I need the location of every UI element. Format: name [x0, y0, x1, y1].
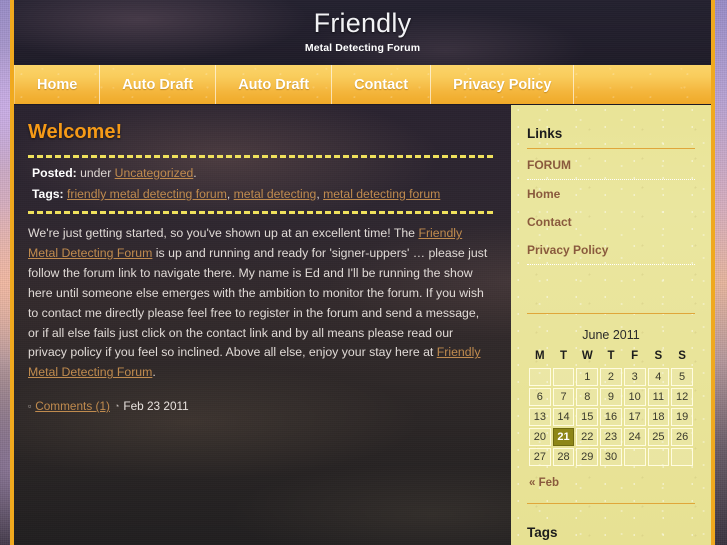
calendar-weekday-sat: S	[654, 350, 663, 362]
site-title[interactable]: Friendly	[14, 0, 711, 39]
calendar-day[interactable]: 25	[647, 428, 670, 446]
category-link[interactable]: Uncategorized	[115, 166, 194, 180]
comment-square-icon: ▫	[28, 400, 32, 411]
page-wrapper: Friendly Metal Detecting Forum Home Auto…	[10, 0, 715, 545]
nav-item-auto-draft-2[interactable]: Auto Draft	[216, 65, 333, 104]
comments-link[interactable]: Comments (1)	[35, 399, 110, 413]
calendar-widget: June 2011 M T W T F S S 123456789 10 11 …	[511, 314, 711, 489]
calendar-day[interactable]: 9	[600, 388, 622, 406]
links-widget-title: Links	[527, 126, 563, 141]
links-widget: Links FORUM Home Contact Privacy Policy	[511, 105, 711, 314]
post-category-line: Posted: under Uncategorized.	[32, 163, 493, 184]
sidebar-link-home[interactable]: Home	[527, 180, 695, 208]
calendar-caption: June 2011	[582, 328, 640, 342]
calendar-week-row: 20 21 22 23 24 25 26	[529, 428, 693, 446]
tag-link-2[interactable]: metal detecting	[234, 187, 317, 201]
period-text: .	[193, 166, 197, 180]
calendar-day[interactable]: 29	[576, 448, 599, 466]
calendar-day[interactable]: 6	[529, 388, 551, 406]
tag-link-3[interactable]: metal detecting forum	[323, 187, 440, 201]
site-description: Metal Detecting Forum	[304, 42, 421, 55]
calendar-day[interactable]: 22	[576, 428, 599, 446]
sidebar-link-privacy-policy[interactable]: Privacy Policy	[527, 236, 695, 265]
site-header: Friendly Metal Detecting Forum	[14, 0, 711, 65]
tags-label: Tags:	[32, 186, 64, 201]
main-column: Welcome! Posted: under Uncategorized. Ta…	[14, 105, 511, 545]
nav-item-auto-draft-1[interactable]: Auto Draft	[100, 65, 217, 104]
nav-item-home[interactable]: Home	[14, 65, 101, 104]
calendar-day[interactable]: 24	[623, 428, 646, 446]
calendar-day[interactable]: 12	[671, 388, 693, 406]
calendar-day[interactable]: 15	[576, 408, 599, 426]
nav-item-privacy-policy[interactable]: Privacy Policy	[431, 65, 575, 104]
calendar-weekday-fri: F	[631, 350, 639, 362]
links-widget-rule	[527, 148, 695, 149]
calendar-day-empty	[552, 368, 575, 386]
calendar-day[interactable]: 14	[552, 408, 575, 426]
post-footer: ▫ Comments (1) ◔ Feb 23 2011	[28, 399, 493, 413]
calendar-week-row: 13 14 15 16 17 18 19	[529, 408, 693, 426]
calendar-weekday-thu: T	[607, 350, 615, 362]
main-navigation: Home Auto Draft Auto Draft Contact Priva…	[14, 65, 711, 105]
post-meta: Posted: under Uncategorized. Tags: frien…	[28, 155, 493, 214]
calendar-day[interactable]: 19	[671, 408, 693, 426]
content-area: Welcome! Posted: under Uncategorized. Ta…	[14, 105, 711, 545]
posted-under-text: under	[80, 166, 112, 180]
calendar-table: M T W T F S S 1 2 3 4 5 6 7 8 9 10 11 12 13 14 15 16 17 1…	[527, 347, 695, 468]
calendar-day[interactable]: 23	[600, 428, 622, 446]
calendar-day[interactable]: 27	[529, 448, 551, 466]
calendar-day[interactable]: 5	[671, 368, 693, 386]
calendar-week-row: 12345	[529, 368, 693, 386]
tag-link-1[interactable]: friendly metal detecting forum	[67, 187, 227, 201]
calendar-day[interactable]: 11	[647, 388, 670, 406]
tags-widget-title: Tags	[527, 525, 558, 540]
calendar-day[interactable]: 16	[600, 408, 622, 426]
calendar-weekday-tue: T	[560, 350, 568, 362]
calendar-weekday-wed: W	[581, 350, 593, 362]
calendar-day[interactable]: 18	[647, 408, 670, 426]
calendar-day[interactable]: 2	[600, 368, 622, 386]
sidebar-link-contact[interactable]: Contact	[527, 208, 695, 236]
sidebar: Links FORUM Home Contact Privacy Policy …	[511, 105, 711, 545]
post-date: Feb 23 2011	[123, 399, 189, 414]
calendar-day-empty	[647, 448, 670, 466]
calendar-day[interactable]: 17	[623, 408, 646, 426]
calendar-day[interactable]: 4	[647, 368, 670, 386]
calendar-body: 1 2 3 4 5 6 7 8 9 10 11 12 13 14 15 16 17 18 19 20 21 22 23 24 2…	[529, 368, 693, 466]
calendar-weekday-sun: S	[678, 350, 686, 362]
calendar-day-empty	[529, 368, 551, 386]
calendar-day[interactable]: 13	[529, 408, 551, 426]
calendar-day[interactable]: 1	[576, 368, 599, 386]
calendar-weekday-mon: M	[535, 350, 545, 362]
post-body-text-2: is up and running and ready for 'signer-…	[28, 245, 488, 360]
post-tags-line: Tags: friendly metal detecting forum, me…	[32, 186, 441, 201]
calendar-day[interactable]: 7	[552, 388, 575, 406]
nav-item-contact[interactable]: Contact	[332, 65, 432, 104]
tags-widget: Tags	[511, 503, 711, 545]
post-body: We're just getting started, so you've sh…	[28, 224, 493, 383]
calendar-weekday-row: M T W T F S S	[529, 349, 693, 366]
calendar-day[interactable]: 8	[576, 388, 599, 406]
calendar-week-row: 27 28 29 30	[529, 448, 693, 466]
calendar-week-row: 6 7 8 9 10 11 12	[529, 388, 693, 406]
calendar-day[interactable]: 28	[552, 448, 575, 466]
calendar-day-empty	[671, 448, 693, 466]
calendar-day-empty	[623, 448, 646, 466]
sidebar-link-forum[interactable]: FORUM	[527, 151, 695, 180]
clock-icon: ◔	[113, 400, 120, 411]
posted-label: Posted:	[32, 166, 77, 180]
post-body-text-1: We're just getting started, so you've sh…	[28, 225, 419, 240]
post-title[interactable]: Welcome!	[28, 121, 493, 144]
calendar-prev-link[interactable]: « Feb	[527, 468, 695, 489]
calendar-day[interactable]: 3	[623, 368, 646, 386]
calendar-day[interactable]: 10	[623, 388, 646, 406]
post-body-text-3: .	[152, 365, 156, 380]
calendar-day[interactable]: 26	[671, 428, 693, 446]
calendar-day-today[interactable]: 21	[552, 428, 575, 446]
calendar-day[interactable]: 20	[529, 428, 551, 446]
calendar-day[interactable]: 30	[600, 448, 622, 466]
